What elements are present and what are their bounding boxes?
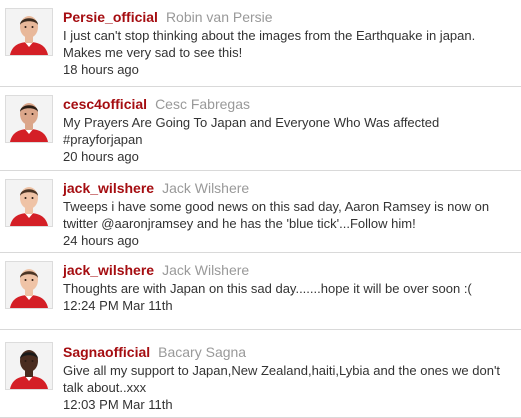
avatar[interactable] xyxy=(5,342,53,390)
full-name: Robin van Persie xyxy=(165,9,273,25)
full-name: Bacary Sagna xyxy=(158,344,247,360)
tweet-item: Sagnaofficial Bacary Sagna Give all my su… xyxy=(0,330,521,418)
avatar-eye xyxy=(24,113,27,115)
tweet-item: jack_wilshere Jack Wilshere Thoughts are … xyxy=(0,253,521,330)
avatar[interactable] xyxy=(5,95,53,143)
avatar-image xyxy=(6,343,52,389)
avatar-image xyxy=(6,9,52,55)
avatar-eye xyxy=(24,26,27,28)
avatar-image xyxy=(6,96,52,142)
avatar-eye xyxy=(24,360,27,362)
avatar-eye xyxy=(24,279,27,281)
screen-name-link[interactable]: jack_wilshere xyxy=(63,180,154,196)
tweet-timestamp[interactable]: 12:24 PM Mar 11th xyxy=(63,297,503,314)
avatar-eye xyxy=(31,197,34,199)
avatar-eye xyxy=(31,26,34,28)
tweet-item: cesc4official Cesc Fabregas My Prayers Ar… xyxy=(0,87,521,171)
tweet-timestamp[interactable]: 20 hours ago xyxy=(63,148,503,165)
avatar[interactable] xyxy=(5,8,53,56)
avatar-eye xyxy=(31,113,34,115)
tweet-text: I just can't stop thinking about the ima… xyxy=(63,28,476,60)
tweet-item: Persie_official Robin van Persie I just c… xyxy=(0,0,521,87)
avatar-eye xyxy=(31,279,34,281)
avatar-image xyxy=(6,180,52,226)
screen-name-link[interactable]: Sagnaofficial xyxy=(63,344,150,360)
tweet-timestamp[interactable]: 12:03 PM Mar 11th xyxy=(63,396,503,413)
avatar[interactable] xyxy=(5,261,53,309)
full-name: Jack Wilshere xyxy=(162,180,250,196)
screen-name-link[interactable]: cesc4official xyxy=(63,96,147,112)
tweet-timestamp[interactable]: 24 hours ago xyxy=(63,232,503,249)
avatar-eye xyxy=(31,360,34,362)
tweet-text: Give all my support to Japan,New Zealand… xyxy=(63,363,501,395)
screen-name-link[interactable]: Persie_official xyxy=(63,9,158,25)
tweet-feed: Persie_official Robin van Persie I just c… xyxy=(0,0,521,418)
tweet-text: Tweeps i have some good news on this sad… xyxy=(63,199,490,231)
tweet-item: jack_wilshere Jack Wilshere Tweeps i have… xyxy=(0,171,521,253)
tweet-text: Thoughts are with Japan on this sad day.… xyxy=(63,281,472,296)
full-name: Cesc Fabregas xyxy=(155,96,250,112)
screen-name-link[interactable]: jack_wilshere xyxy=(63,262,154,278)
avatar-eye xyxy=(24,197,27,199)
full-name: Jack Wilshere xyxy=(162,262,250,278)
avatar-image xyxy=(6,262,52,308)
tweet-timestamp[interactable]: 18 hours ago xyxy=(63,61,503,78)
tweet-text: My Prayers Are Going To Japan and Everyo… xyxy=(63,115,440,147)
avatar[interactable] xyxy=(5,179,53,227)
